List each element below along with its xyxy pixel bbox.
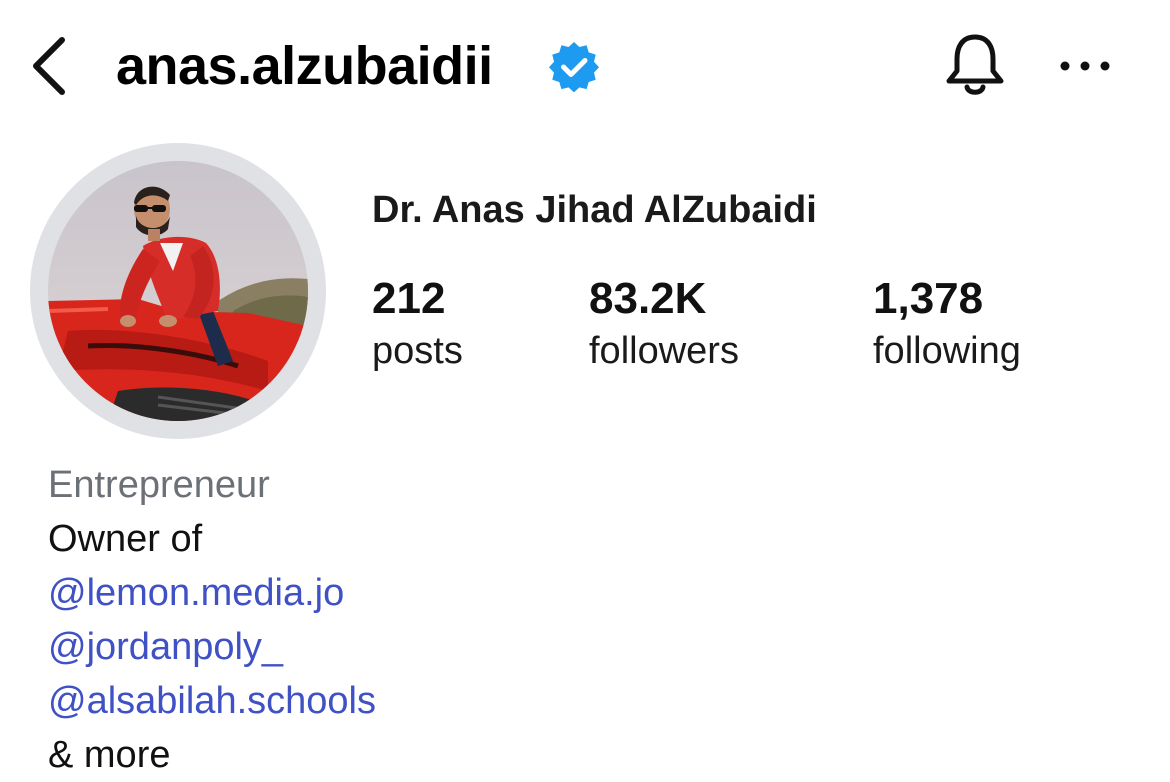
- chevron-left-icon: [33, 37, 65, 95]
- posts-count-label: posts: [372, 330, 463, 372]
- verified-badge-icon: [549, 42, 599, 92]
- bell-icon: [946, 34, 1004, 95]
- bio-mention-link[interactable]: @jordanpoly_: [48, 620, 376, 674]
- following-count-value: 1,378: [873, 274, 984, 323]
- following-count[interactable]: 1,378 following: [873, 272, 1021, 376]
- profile-username: anas.alzubaidii: [116, 36, 493, 96]
- bio-more-text: & more: [48, 734, 171, 776]
- followers-count-label: followers: [589, 330, 739, 372]
- followers-count[interactable]: 83.2K followers: [589, 272, 739, 376]
- bio-text: Owner of: [48, 518, 203, 560]
- profile-display-name: Dr. Anas Jihad AlZubaidi: [372, 189, 817, 231]
- bio-mention-link[interactable]: @lemon.media.jo: [48, 566, 376, 620]
- following-count-label: following: [873, 330, 1021, 372]
- more-horizontal-icon: [1060, 61, 1110, 71]
- more-options-button[interactable]: [1050, 40, 1120, 92]
- back-button[interactable]: [18, 30, 78, 102]
- profile-avatar[interactable]: [48, 161, 308, 421]
- bio-mention-link[interactable]: @alsabilah.schools: [48, 674, 376, 728]
- avatar-photo: [48, 161, 308, 421]
- followers-count-value: 83.2K: [589, 274, 707, 323]
- posts-count[interactable]: 212 posts: [372, 272, 463, 376]
- posts-count-value: 212: [372, 274, 446, 323]
- bio-category: Entrepreneur: [48, 464, 270, 506]
- notifications-button[interactable]: [936, 28, 1014, 104]
- profile-bio: Entrepreneur Owner of @lemon.media.jo @j…: [48, 458, 376, 782]
